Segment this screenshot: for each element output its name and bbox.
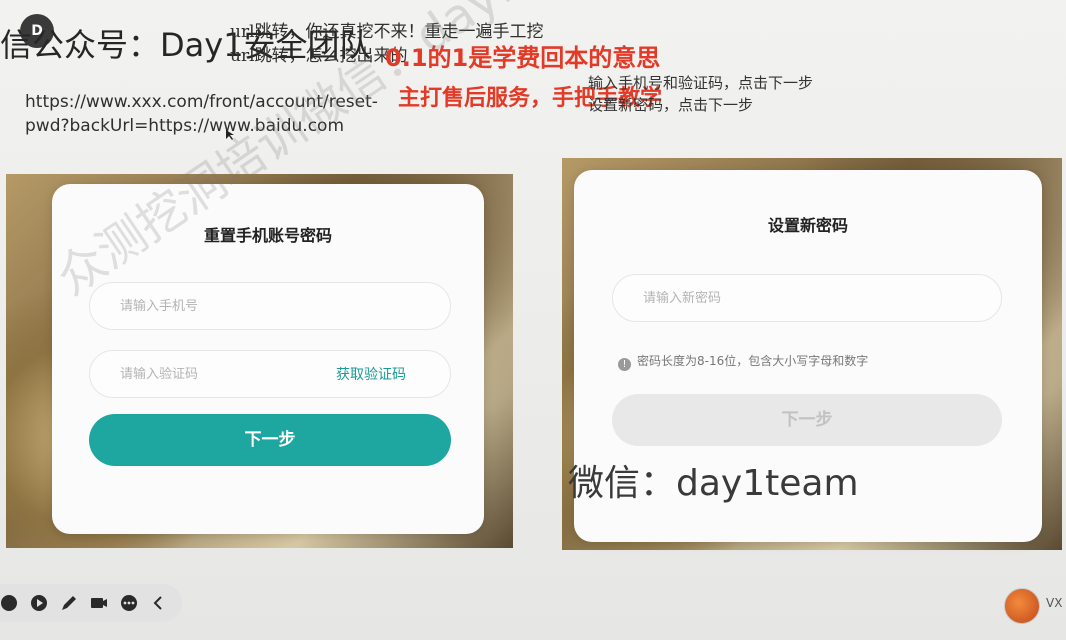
avatar-label: VX: [1046, 596, 1063, 610]
next-step-button-disabled[interactable]: 下一步: [612, 394, 1002, 446]
collapse-icon[interactable]: [149, 593, 169, 613]
avatar[interactable]: [1004, 588, 1040, 624]
password-hint-text: 密码长度为8-16位，包含大小写字母和数字: [637, 354, 869, 368]
card-title: 设置新密码: [767, 216, 848, 235]
more-icon[interactable]: [119, 593, 139, 613]
verification-code-placeholder: 请输入验证码: [120, 367, 199, 382]
camera-icon[interactable]: [89, 593, 109, 613]
presentation-toolbar: [0, 584, 182, 622]
get-code-link[interactable]: 获取验证码: [336, 351, 406, 399]
wechat-contact: 微信：day1team: [568, 463, 859, 504]
step-2: 设置新密码，点击下一步: [588, 96, 754, 114]
info-icon: !: [618, 358, 631, 371]
next-step-button[interactable]: 下一步: [89, 414, 451, 466]
play-icon[interactable]: [29, 593, 49, 613]
password-hint: ! 密码长度为8-16位，包含大小写字母和数字: [618, 352, 868, 371]
reset-phone-password-card: 重置手机账号密码 请输入手机号 请输入验证码 获取验证码 下一步: [52, 184, 484, 534]
verification-code-input[interactable]: 请输入验证码 获取验证码: [89, 350, 451, 398]
red-note-refund: 0.1的1是学费回本的意思: [385, 44, 661, 72]
record-icon[interactable]: [0, 593, 19, 613]
example-url: https://www.xxx.com/front/account/reset-…: [25, 92, 378, 136]
step-instructions: 输入手机号和验证码，点击下一步 设置新密码，点击下一步: [588, 72, 908, 116]
step-1: 输入手机号和验证码，点击下一步: [588, 74, 814, 92]
card-title: 重置手机账号密码: [203, 226, 332, 245]
mouse-cursor-icon: [226, 130, 234, 140]
new-password-input[interactable]: 请输入新密码: [612, 274, 1002, 322]
pen-icon[interactable]: [59, 593, 79, 613]
phone-input[interactable]: 请输入手机号: [89, 282, 451, 330]
